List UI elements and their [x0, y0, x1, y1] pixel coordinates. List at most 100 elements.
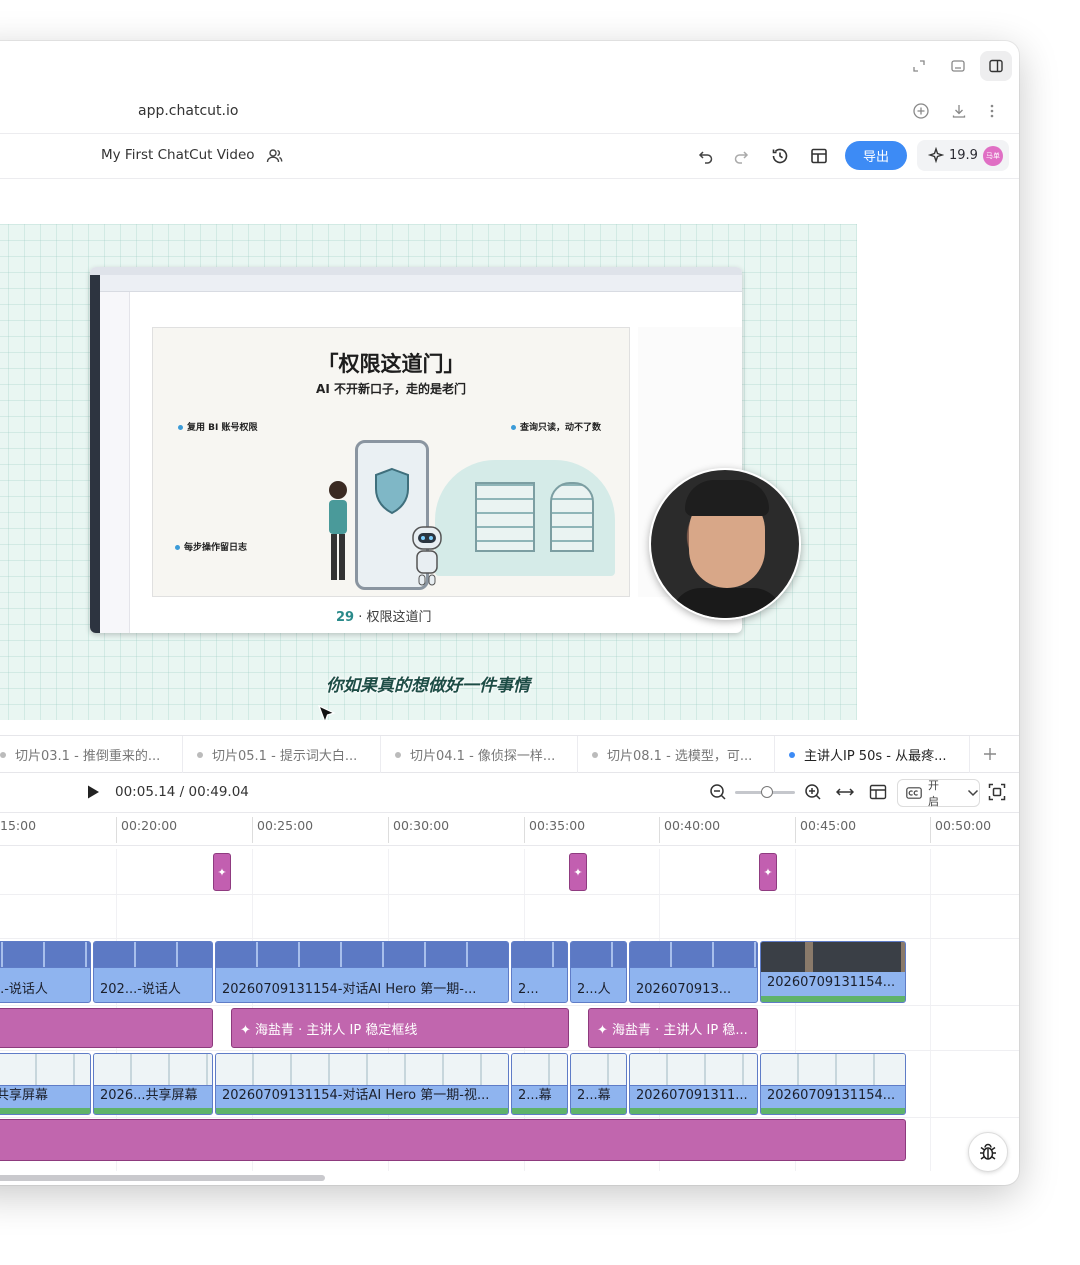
video-clip[interactable]: 202...-说话人 [93, 941, 213, 1003]
screen-clip[interactable]: 2...幕 [511, 1053, 568, 1115]
screen-clip[interactable]: 2026...共享屏幕 [93, 1053, 213, 1115]
background-clip[interactable] [0, 1119, 906, 1161]
ruler-tick: 00:20:00 [116, 817, 177, 843]
video-clip[interactable]: 202...-说话人 [0, 941, 91, 1003]
cc-icon [906, 787, 922, 799]
fullscreen-icon[interactable] [912, 59, 926, 73]
inner-browser-bar [100, 275, 742, 292]
history-icon[interactable] [771, 147, 789, 165]
sequence-tabs: 切片03.1 - 推倒重来的... 切片05.1 - 提示词大白... 切片04… [0, 735, 1019, 773]
effect-marker[interactable]: ✦ [569, 853, 587, 891]
fullscreen-capture-icon[interactable] [988, 783, 1006, 801]
credits-button[interactable]: 19.9 马单 [917, 140, 1009, 171]
dock-strip [90, 275, 100, 633]
screen-clip[interactable]: 26...共享屏幕 [0, 1053, 91, 1115]
layout-icon[interactable] [810, 147, 828, 165]
screen-recording-frame: 「权限这道门」 AI 不开新口子，走的是老门 复用 BI 账号权限 查询只读，动… [90, 267, 742, 633]
ruler-tick: 00:30:00 [388, 817, 449, 843]
grid-line [930, 849, 931, 1171]
screen-clip[interactable]: 20260709131154-对话AI Hero 第一期-视... [215, 1053, 509, 1115]
timeline-scrollbar[interactable] [0, 1175, 325, 1181]
ruler-tick: 00:25:00 [252, 817, 313, 843]
ruler-tick: 00:35:00 [524, 817, 585, 843]
caption-text[interactable]: 你如果真的想做好一件事情 [326, 671, 530, 696]
ruler-tick: 00:40:00 [659, 817, 720, 843]
layout-toggle-icon[interactable] [869, 784, 887, 800]
tab-sequence[interactable]: 切片04.1 - 像侦探一样... [381, 736, 578, 773]
app-window: app.chatcut.io My First ChatCut Video 导出… [0, 41, 1019, 1185]
zoom-in-icon[interactable] [804, 783, 822, 801]
minimize-window-icon[interactable] [950, 58, 966, 74]
add-icon[interactable] [912, 102, 930, 120]
fit-width-icon[interactable] [836, 784, 854, 800]
add-tab-icon[interactable] [982, 746, 998, 762]
redo-icon[interactable] [733, 148, 749, 164]
library-illustration [435, 460, 615, 576]
export-button[interactable]: 导出 [845, 141, 907, 170]
collaborators-icon[interactable] [266, 147, 283, 164]
track-divider [0, 1117, 1019, 1118]
overlay-clip[interactable]: ✦ 海盐青 · 主讲人 IP 稳定框线 [231, 1008, 569, 1048]
mouse-cursor-icon [317, 704, 336, 724]
video-clip-presenter[interactable]: 20260709131154... [760, 941, 906, 1003]
slide-title: 「权限这道门」 [317, 352, 465, 376]
play-icon[interactable] [86, 784, 100, 800]
slide-bullet: 查询只读，动不了数 [511, 420, 601, 433]
tab-sequence-active[interactable]: 主讲人IP 50s - 从最疼... [775, 736, 970, 773]
overlay-clip[interactable] [0, 1008, 213, 1048]
inner-toolbar [100, 292, 130, 633]
divider [0, 133, 1019, 134]
timeline-ruler[interactable]: 15:00 00:20:00 00:25:00 00:30:00 00:35:0… [0, 812, 1019, 846]
video-clip[interactable]: 20260709131154-对话AI Hero 第一期-... [215, 941, 509, 1003]
download-icon[interactable] [950, 102, 968, 120]
ruler-tick: 00:50:00 [930, 817, 991, 843]
slide-bullet: 每步操作留日志 [175, 540, 247, 553]
total-time: 00:49.04 [188, 784, 249, 800]
zoom-slider-handle[interactable] [761, 786, 773, 798]
tab-sequence[interactable]: 切片05.1 - 提示词大白... [183, 736, 381, 773]
tab-dot-icon [592, 751, 598, 758]
credits-count: 19.9 [949, 148, 978, 163]
track-divider [0, 938, 1019, 939]
divider [0, 178, 1019, 179]
captions-toggle[interactable]: 开启 [897, 779, 980, 808]
slide-subtitle: AI 不开新口子，走的是老门 [316, 382, 466, 396]
track-divider [0, 894, 1019, 895]
screen-clip[interactable]: 202607091311... [629, 1053, 758, 1115]
presenter-camera-bubble[interactable] [649, 468, 801, 620]
tab-sequence[interactable]: 切片08.1 - 选模型，可... [578, 736, 775, 773]
cc-label: 开启 [928, 779, 939, 808]
tab-dot-icon [197, 751, 203, 758]
tab-dot-icon [789, 751, 795, 758]
timecode: 00:05.14 / 00:49.04 [115, 784, 249, 800]
undo-icon[interactable] [698, 148, 714, 164]
effect-marker[interactable]: ✦ [759, 853, 777, 891]
effect-marker[interactable]: ✦ [213, 853, 231, 891]
zoom-out-icon[interactable] [709, 783, 727, 801]
track-divider [0, 1050, 1019, 1051]
slide: 「权限这道门」 AI 不开新口子，走的是老门 复用 BI 账号权限 查询只读，动… [152, 327, 630, 597]
screen-clip[interactable]: 20260709131154... [760, 1053, 906, 1115]
tab-dot-icon [0, 751, 6, 758]
screen-clip[interactable]: 2...幕 [570, 1053, 627, 1115]
overlay-clip[interactable]: ✦ 海盐青 · 主讲人 IP 稳... [588, 1008, 758, 1048]
page-indicator: 29 · 权限这道门 [336, 610, 432, 625]
bug-icon [980, 1143, 996, 1160]
track-divider [0, 1005, 1019, 1006]
sidebar-toggle-icon[interactable] [980, 51, 1012, 81]
tab-sequence[interactable]: 切片03.1 - 推倒重来的... [0, 736, 183, 773]
video-clip[interactable]: 202607091З... [629, 941, 758, 1003]
bug-report-button[interactable] [968, 1132, 1008, 1172]
person-illustration [329, 481, 347, 580]
page-label: 权限这道门 [366, 610, 432, 625]
robot-illustration [412, 526, 442, 586]
more-menu-icon[interactable] [989, 102, 995, 120]
url-bar[interactable]: app.chatcut.io [138, 103, 238, 119]
project-title[interactable]: My First ChatCut Video [101, 147, 255, 163]
chevron-down-icon[interactable] [967, 789, 979, 797]
avatar[interactable]: 马单 [982, 145, 1003, 166]
video-clip[interactable]: 2...人 [570, 941, 627, 1003]
mac-menubar [90, 267, 742, 275]
ruler-tick: 15:00 [0, 818, 37, 833]
video-clip[interactable]: 2... [511, 941, 568, 1003]
